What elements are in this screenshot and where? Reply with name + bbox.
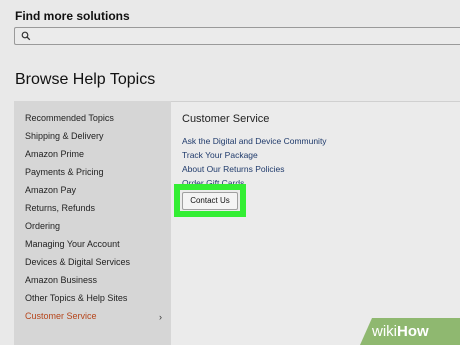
browse-help-topics-title: Browse Help Topics bbox=[15, 71, 156, 88]
contact-us-button[interactable]: Contact Us bbox=[182, 192, 238, 210]
link-returns-policies[interactable]: About Our Returns Policies bbox=[182, 164, 285, 174]
watermark-how: How bbox=[397, 323, 429, 340]
sidebar-item-recommended-topics[interactable]: Recommended Topics bbox=[25, 113, 114, 123]
wikihow-watermark: wikiHow bbox=[360, 318, 460, 345]
sidebar-item-devices-digital-services[interactable]: Devices & Digital Services bbox=[25, 257, 130, 267]
topic-panel: Customer Service Ask the Digital and Dev… bbox=[171, 101, 460, 345]
link-ask-community[interactable]: Ask the Digital and Device Community bbox=[182, 136, 327, 146]
sidebar-item-returns-refunds[interactable]: Returns, Refunds bbox=[25, 203, 95, 213]
sidebar-item-shipping-delivery[interactable]: Shipping & Delivery bbox=[25, 131, 104, 141]
link-track-package[interactable]: Track Your Package bbox=[182, 150, 258, 160]
search-icon bbox=[21, 31, 31, 41]
sidebar-item-customer-service[interactable]: Customer Service bbox=[25, 311, 97, 321]
topics-sidebar: Recommended Topics Shipping & Delivery A… bbox=[14, 101, 171, 345]
chevron-right-icon: › bbox=[159, 312, 162, 322]
sidebar-item-managing-account[interactable]: Managing Your Account bbox=[25, 239, 120, 249]
sidebar-item-payments-pricing[interactable]: Payments & Pricing bbox=[25, 167, 104, 177]
sidebar-item-amazon-pay[interactable]: Amazon Pay bbox=[25, 185, 76, 195]
find-solutions-title: Find more solutions bbox=[15, 9, 130, 23]
sidebar-item-ordering[interactable]: Ordering bbox=[25, 221, 60, 231]
search-box[interactable] bbox=[14, 27, 460, 45]
panel-title: Customer Service bbox=[182, 113, 270, 125]
watermark-wiki: wiki bbox=[372, 323, 397, 340]
sidebar-item-other-topics[interactable]: Other Topics & Help Sites bbox=[25, 293, 127, 303]
sidebar-item-amazon-prime[interactable]: Amazon Prime bbox=[25, 149, 84, 159]
sidebar-item-amazon-business[interactable]: Amazon Business bbox=[25, 275, 97, 285]
search-input[interactable] bbox=[35, 29, 455, 43]
